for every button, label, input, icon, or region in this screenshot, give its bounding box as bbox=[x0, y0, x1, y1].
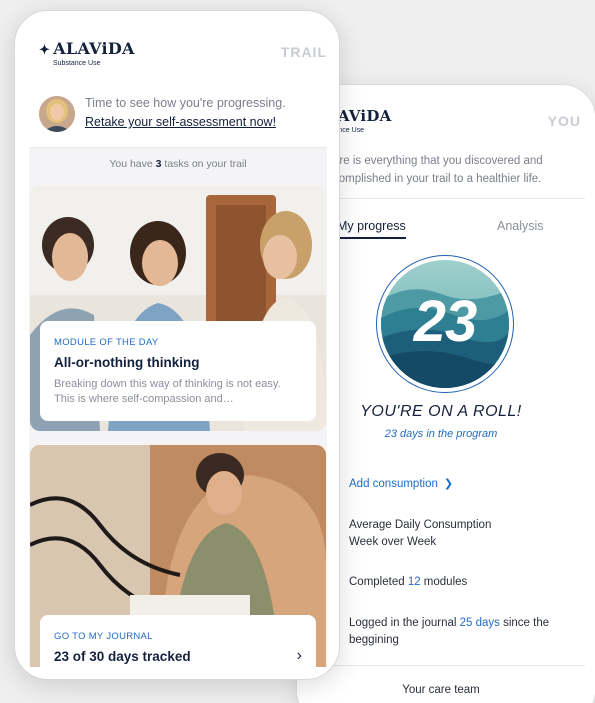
tasks-text: You have 3 tasks on your trail bbox=[29, 158, 327, 170]
stat-text: Logged in the journal bbox=[349, 617, 460, 629]
module-card-info: MODULE OF THE DAY All-or-nothing thinkin… bbox=[40, 321, 316, 421]
tab-label: Analysis bbox=[497, 219, 544, 233]
tasks-suffix: tasks on your trail bbox=[161, 158, 247, 170]
logged-days: 25 days bbox=[459, 617, 500, 629]
progress-prompt: Time to see how you're progressing. bbox=[85, 96, 286, 110]
completed-count: 12 bbox=[407, 576, 421, 588]
journal-card[interactable]: GO TO MY JOURNAL 23 of 30 days tracked › bbox=[30, 445, 326, 667]
tab-label: My progress bbox=[337, 219, 406, 233]
divider bbox=[297, 665, 585, 666]
tab-my-progress[interactable]: My progress bbox=[335, 219, 406, 239]
tasks-banner: You have 3 tasks on your trail bbox=[29, 147, 327, 181]
trail-screen: ✦ ALAViDA Substance Use TRAIL Time to see… bbox=[29, 25, 327, 667]
tab-analysis[interactable]: Analysis bbox=[497, 219, 544, 233]
chevron-right-icon: ❯ bbox=[443, 478, 454, 490]
you-screen: LAViDA stance Use YOU ere is everything … bbox=[297, 85, 585, 703]
roll-headline: YOU'RE ON A ROLL! bbox=[360, 403, 522, 420]
stat-journal-days: Logged in the journal 25 days since the … bbox=[349, 615, 569, 649]
trail-screen-phone: ✦ ALAViDA Substance Use TRAIL Time to see… bbox=[14, 10, 340, 680]
care-team-heading[interactable]: Your care team bbox=[297, 684, 585, 696]
journal-label: GO TO MY JOURNAL bbox=[54, 631, 153, 642]
screen-title: YOU bbox=[547, 113, 581, 129]
brand-logo: ✦ ALAViDA bbox=[39, 39, 135, 58]
screen-title: TRAIL bbox=[280, 44, 327, 60]
user-avatar-icon bbox=[39, 96, 75, 132]
journal-progress-title: 23 of 30 days tracked bbox=[54, 649, 191, 664]
module-title: All-or-nothing thinking bbox=[54, 355, 200, 370]
add-consumption-label: Add consumption bbox=[349, 478, 438, 490]
active-tab-underline bbox=[335, 237, 406, 239]
stat-line: Average Daily Consumption bbox=[349, 519, 492, 531]
stat-average-consumption: Average Daily Consumption Week over Week bbox=[349, 517, 569, 551]
star-icon: ✦ bbox=[39, 43, 51, 58]
module-description: Breaking down this way of thinking is no… bbox=[54, 378, 281, 405]
you-screen-phone: LAViDA stance Use YOU ere is everything … bbox=[296, 84, 595, 703]
tasks-prefix: You have bbox=[109, 158, 156, 170]
brand-subtitle: Substance Use bbox=[53, 60, 101, 67]
avatar[interactable] bbox=[39, 96, 75, 132]
retake-assessment-link[interactable]: Retake your self-assessment now! bbox=[85, 115, 276, 129]
module-label: MODULE OF THE DAY bbox=[54, 337, 159, 348]
stat-text: Completed bbox=[349, 576, 408, 588]
stat-text: modules bbox=[420, 576, 468, 588]
module-of-the-day-card[interactable]: MODULE OF THE DAY All-or-nothing thinkin… bbox=[30, 185, 326, 431]
progress-badge: 23 bbox=[376, 255, 514, 393]
chevron-right-icon[interactable]: › bbox=[297, 647, 302, 665]
journal-card-info: GO TO MY JOURNAL 23 of 30 days tracked › bbox=[40, 615, 316, 667]
you-header: LAViDA stance Use YOU bbox=[297, 85, 585, 149]
badge-number: 23 bbox=[413, 289, 478, 354]
stat-line: Week over Week bbox=[349, 536, 437, 548]
days-in-program: 23 days in the program bbox=[384, 428, 498, 440]
brand-name: ALAViDA bbox=[53, 39, 135, 58]
you-intro-text: ere is everything that you discovered an… bbox=[333, 155, 543, 185]
divider bbox=[297, 198, 585, 199]
stat-completed-modules: Completed 12 modules bbox=[349, 574, 569, 591]
add-consumption-link[interactable]: Add consumption ❯ bbox=[349, 477, 453, 490]
